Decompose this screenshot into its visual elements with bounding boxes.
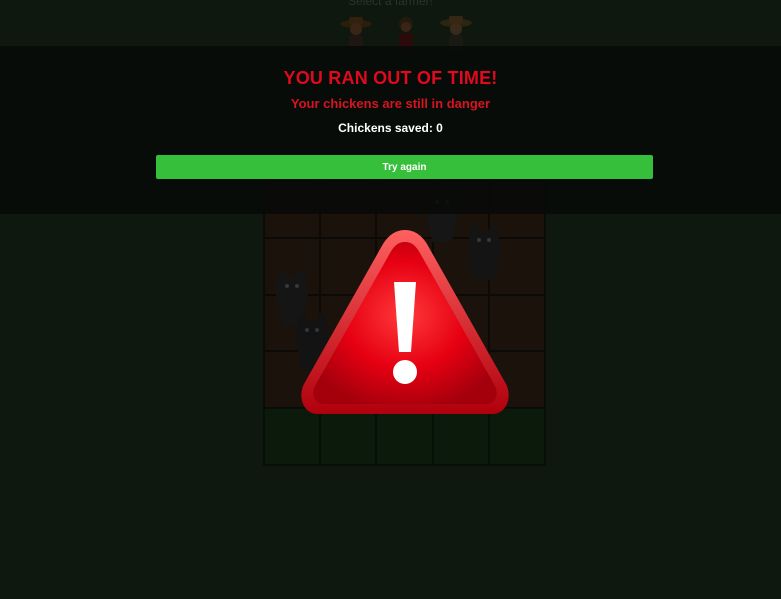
chickens-saved-count: Chickens saved: 0 (338, 121, 443, 135)
game-over-title: YOU RAN OUT OF TIME! (283, 68, 498, 88)
farmer-select-label: Select a farmer! (348, 0, 433, 8)
game-stage: Select a farmer! YOU RAN OUT OF TIME! Yo… (0, 0, 781, 599)
try-again-button[interactable]: Try again (156, 155, 653, 179)
game-over-subtitle: Your chickens are still in danger (290, 96, 491, 111)
warning-triangle-icon (301, 230, 509, 414)
